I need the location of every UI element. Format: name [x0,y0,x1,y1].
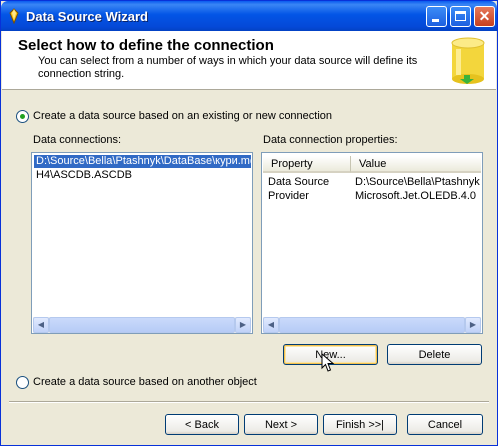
scroll-right-arrow-icon[interactable]: ▶ [235,317,251,333]
close-icon: ✕ [478,8,491,24]
wizard-header: Select how to define the connection You … [2,31,496,90]
data-connection-properties-label: Data connection properties: [263,134,398,146]
property-value: Microsoft.Jet.OLEDB.4.0 [355,190,477,202]
mouse-cursor-icon [321,353,335,372]
minimize-icon [432,19,439,22]
data-connections-label: Data connections: [33,134,122,146]
property-value: D:\Source\Bella\Ptashnyk [355,176,480,188]
another-object-radio[interactable] [16,376,29,389]
property-name: Provider [268,190,309,202]
radio-selected-dot [20,114,25,119]
column-header-value[interactable]: Value [351,156,481,173]
wizard-window: Data Source Wizard ✕ Select how to defin… [0,0,498,446]
data-connection-properties-grid[interactable]: Property Value Data Source D:\Source\Bel… [261,152,483,334]
delete-connection-button[interactable]: Delete [387,344,482,365]
list-item[interactable]: H4\ASCDB.ASCDB [34,169,134,182]
minimize-button[interactable] [426,6,447,27]
existing-connection-radio[interactable] [16,110,29,123]
maximize-icon [455,11,466,21]
cancel-button[interactable]: Cancel [407,414,483,435]
window-title: Data Source Wizard [26,9,148,24]
existing-connection-label[interactable]: Create a data source based on an existin… [33,110,332,122]
scroll-left-arrow-icon[interactable]: ◀ [33,317,49,333]
back-button[interactable]: < Back [165,414,239,435]
properties-horizontal-scrollbar[interactable]: ◀ ▶ [263,317,481,333]
page-description: You can select from a number of ways in … [38,55,418,80]
page-title: Select how to define the connection [18,37,274,54]
close-button[interactable]: ✕ [474,6,495,27]
footer-separator [9,401,489,403]
scroll-right-arrow-icon[interactable]: ▶ [465,317,481,333]
database-icon [451,37,485,84]
list-item[interactable]: D:\Source\Bella\Ptashnyk\DataBase\кури.m… [34,155,252,168]
maximize-button[interactable] [450,6,471,27]
property-name: Data Source [268,176,330,188]
column-header-property[interactable]: Property [263,156,351,173]
title-bar[interactable]: Data Source Wizard ✕ [1,1,497,31]
scroll-thumb[interactable] [49,317,235,333]
wizard-app-icon [9,8,19,24]
data-connections-list[interactable]: D:\Source\Bella\Ptashnyk\DataBase\кури.m… [31,152,253,334]
another-object-label[interactable]: Create a data source based on another ob… [33,376,257,388]
connections-horizontal-scrollbar[interactable]: ◀ ▶ [33,317,251,333]
scroll-left-arrow-icon[interactable]: ◀ [263,317,279,333]
scroll-thumb[interactable] [279,317,465,333]
next-button[interactable]: Next > [244,414,318,435]
finish-button[interactable]: Finish >>| [323,414,397,435]
